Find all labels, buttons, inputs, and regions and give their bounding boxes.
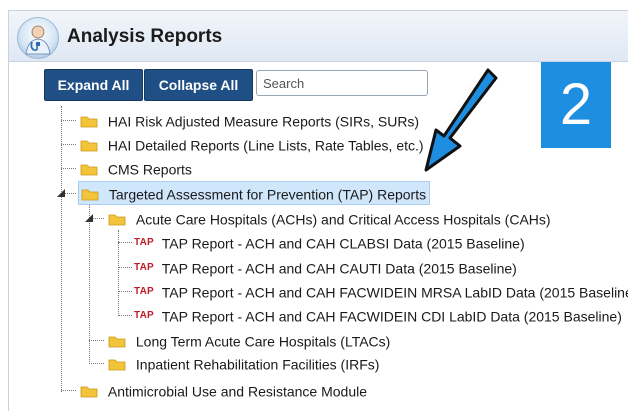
step-number-badge: 2 [541,62,611,148]
tree-item-ach-cah[interactable]: Acute Care Hospitals (ACHs) and Critical… [108,207,551,229]
expanded-triangle-icon[interactable] [57,189,65,197]
pointer-arrow-icon [424,68,498,172]
tree-item-hai-detailed[interactable]: HAI Detailed Reports (Line Lists, Rate T… [80,133,424,155]
folder-icon [108,357,126,371]
folder-icon [80,162,98,176]
tree-item-irfs[interactable]: Inpatient Rehabilitation Facilities (IRF… [108,352,379,374]
page-title: Analysis Reports [67,26,223,47]
tree-item-ltacs[interactable]: Long Term Acute Care Hospitals (LTACs) [108,329,390,351]
open-folder-icon [108,212,126,226]
tree-item-hai-risk[interactable]: HAI Risk Adjusted Measure Reports (SIRs,… [80,109,419,131]
folder-icon [80,138,98,152]
tree-item-cms[interactable]: CMS Reports [80,157,192,179]
tap-report-icon: TAP [134,310,154,322]
tap-report-icon: TAP [134,262,154,274]
tree-item-report-clabsi[interactable]: TAP TAP Report - ACH and CAH CLABSI Data… [134,231,525,253]
folder-icon [108,334,126,348]
tree-item-antimicrobial[interactable]: Antimicrobial Use and Resistance Module [80,379,367,401]
open-folder-icon [81,187,99,201]
tree-item-report-cauti[interactable]: TAP TAP Report - ACH and CAH CAUTI Data … [134,256,517,278]
tree-item-tap-reports[interactable]: Targeted Assessment for Prevention (TAP)… [78,181,431,205]
panel-header: Analysis Reports [9,11,628,62]
tap-report-icon: TAP [134,286,154,298]
tree-item-report-mrsa[interactable]: TAP TAP Report - ACH and CAH FACWIDEIN M… [134,280,628,302]
tap-report-icon: TAP [134,237,154,249]
folder-icon [80,384,98,398]
collapse-all-button[interactable]: Collapse All [144,69,253,101]
tree-item-report-cdi[interactable]: TAP TAP Report - ACH and CAH FACWIDEIN C… [134,304,622,326]
expanded-triangle-icon[interactable] [85,214,93,222]
doctor-logo-icon [17,17,59,59]
expand-all-button[interactable]: Expand All [44,69,143,101]
search-input[interactable] [256,70,428,96]
folder-icon [80,114,98,128]
